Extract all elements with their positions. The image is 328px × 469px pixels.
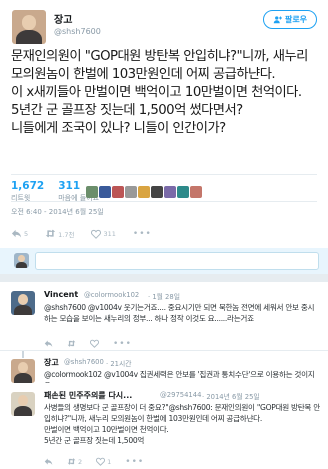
tweet-actions: 5 1.7천 311 ••• bbox=[11, 228, 152, 239]
reply-icon bbox=[11, 229, 22, 238]
main-tweet: 장고 @shsh7600 팔로우 문재인의원이 "GOP대원 방탄복 안입히냐?… bbox=[0, 0, 328, 248]
avatar[interactable] bbox=[125, 186, 137, 198]
reply-time[interactable]: · 2014년 6월 25일 bbox=[202, 391, 260, 401]
timestamp[interactable]: 오전 6:40 - 2014년 6월 25일 bbox=[11, 207, 104, 217]
reply-button[interactable] bbox=[44, 339, 53, 348]
more-button[interactable]: ••• bbox=[113, 338, 132, 349]
retweet-icon bbox=[45, 229, 56, 238]
author-name[interactable]: 장고 bbox=[54, 11, 72, 26]
avatar[interactable] bbox=[11, 392, 35, 416]
more-icon: ••• bbox=[132, 228, 152, 239]
reply-tweet[interactable]: Vincent @colormook102 · 1월 28일 @shsh7600… bbox=[0, 282, 328, 350]
reply-handle[interactable]: @shsh7600 bbox=[64, 358, 104, 366]
avatar[interactable] bbox=[164, 186, 176, 198]
like-button[interactable] bbox=[90, 339, 99, 348]
retweeter-avatars bbox=[86, 186, 203, 198]
reply-composer bbox=[0, 248, 328, 274]
reply-handle[interactable]: @29754144 bbox=[160, 391, 201, 399]
reply-author-name[interactable]: Vincent bbox=[44, 290, 78, 299]
reply-time[interactable]: · 21시간 bbox=[106, 358, 131, 368]
avatar[interactable] bbox=[11, 359, 35, 383]
add-user-icon bbox=[273, 16, 282, 24]
divider bbox=[11, 201, 317, 202]
retweet-button[interactable] bbox=[67, 339, 76, 348]
like-count: 311 bbox=[103, 229, 116, 238]
more-icon: ••• bbox=[113, 338, 132, 349]
reply-handle[interactable]: @colormook102 bbox=[84, 291, 139, 299]
reply-icon bbox=[44, 458, 53, 465]
tweet-text: 문재인의원이 "GOP대원 방탄복 안입히냐?"니까, 새누리 모의원놈이 한벌… bbox=[11, 49, 308, 136]
reply-actions: 2 1 ••• bbox=[44, 457, 144, 466]
avatar[interactable] bbox=[112, 186, 124, 198]
avatar[interactable] bbox=[99, 186, 111, 198]
avatar[interactable] bbox=[138, 186, 150, 198]
retweets-count: 1,672 bbox=[11, 180, 45, 192]
avatar[interactable] bbox=[177, 186, 189, 198]
reply-text: @shsh7600 @v1004v 웃기는거죠.... 중요시기만 되면 북한놈… bbox=[44, 303, 315, 323]
follow-button[interactable]: 팔로우 bbox=[263, 10, 317, 29]
avatar bbox=[14, 253, 29, 268]
follow-label: 팔로우 bbox=[284, 15, 308, 24]
retweet-icon bbox=[67, 340, 76, 347]
avatar[interactable] bbox=[12, 10, 46, 44]
reply-author-name[interactable]: 장고 bbox=[44, 357, 59, 368]
reply-author-name[interactable]: 패손된 민주주의를 다시... bbox=[44, 390, 132, 401]
retweet-icon bbox=[67, 458, 76, 465]
more-button[interactable]: ••• bbox=[132, 228, 152, 239]
heart-icon bbox=[90, 339, 99, 348]
avatar[interactable] bbox=[151, 186, 163, 198]
more-button[interactable]: ••• bbox=[125, 456, 145, 467]
thread-line bbox=[22, 351, 24, 358]
more-icon: ••• bbox=[125, 456, 145, 467]
reply-button[interactable] bbox=[44, 457, 53, 466]
reply-button[interactable]: 5 bbox=[11, 228, 28, 239]
author-handle[interactable]: @shsh7600 bbox=[54, 27, 101, 36]
reply-input[interactable] bbox=[35, 252, 319, 270]
avatar[interactable] bbox=[190, 186, 202, 198]
reply-tweet[interactable]: 패손된 민주주의를 다시... @29754144 · 2014년 6월 25일… bbox=[0, 383, 328, 469]
heart-icon bbox=[91, 229, 102, 239]
retweet-count: 1.7천 bbox=[58, 230, 75, 239]
retweet-button[interactable]: 2 bbox=[67, 457, 82, 466]
reply-actions: ••• bbox=[44, 339, 132, 348]
like-count: 1 bbox=[107, 457, 112, 466]
heart-icon bbox=[96, 457, 106, 466]
retweet-count: 2 bbox=[78, 457, 83, 466]
retweets-stat[interactable]: 1,672 리트윗 bbox=[11, 180, 44, 203]
reply-text: 사병들의 생명보다 군 골프장이 더 중요?"@shsh7600: 문재인의원이… bbox=[44, 403, 320, 445]
reply-icon bbox=[44, 340, 53, 347]
avatar[interactable] bbox=[86, 186, 98, 198]
avatar[interactable] bbox=[11, 291, 35, 315]
reply-time[interactable]: · 1월 28일 bbox=[148, 291, 180, 301]
divider bbox=[11, 174, 317, 175]
like-button[interactable]: 1 bbox=[96, 457, 111, 466]
reply-count: 5 bbox=[24, 229, 29, 238]
retweet-button[interactable]: 1.7천 bbox=[45, 228, 74, 239]
like-button[interactable]: 311 bbox=[91, 229, 116, 239]
